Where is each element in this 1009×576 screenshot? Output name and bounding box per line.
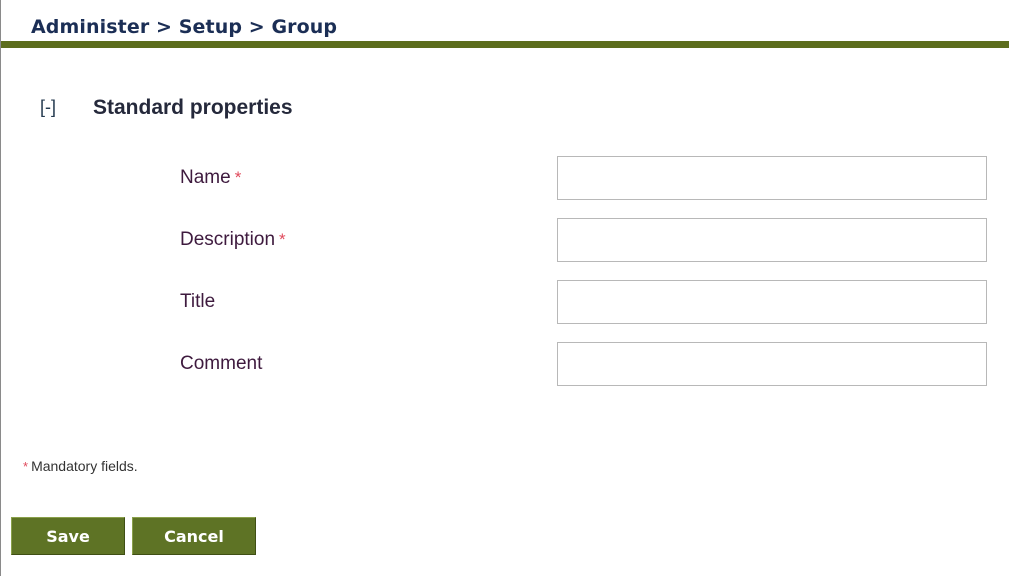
description-required-marker: *	[279, 230, 286, 249]
comment-label-text: Comment	[180, 353, 263, 374]
description-input[interactable]	[557, 218, 987, 262]
section-collapse-toggle[interactable]: [-]	[40, 97, 56, 118]
mandatory-fields-note: * Mandatory fields.	[23, 458, 138, 474]
page-frame: Administer > Setup > Group [-] Standard …	[0, 0, 1009, 576]
name-label-text: Name	[180, 167, 231, 188]
title-label-text: Title	[180, 291, 216, 312]
name-label: Name *	[180, 167, 241, 189]
title-label: Title	[180, 291, 215, 313]
description-label: Description *	[180, 229, 286, 251]
cancel-button[interactable]: Cancel	[132, 517, 256, 555]
title-input[interactable]	[557, 280, 987, 324]
mandatory-marker: *	[23, 459, 29, 474]
comment-input[interactable]	[557, 342, 987, 386]
comment-label: Comment	[180, 353, 262, 375]
name-input[interactable]	[557, 156, 987, 200]
save-button[interactable]: Save	[11, 517, 125, 555]
breadcrumb: Administer > Setup > Group	[31, 16, 338, 38]
mandatory-text: Mandatory fields.	[31, 458, 138, 474]
description-label-text: Description	[180, 229, 276, 250]
name-required-marker: *	[234, 168, 242, 187]
section-title: Standard properties	[93, 96, 293, 119]
breadcrumb-bar: Administer > Setup > Group	[1, 0, 1009, 48]
